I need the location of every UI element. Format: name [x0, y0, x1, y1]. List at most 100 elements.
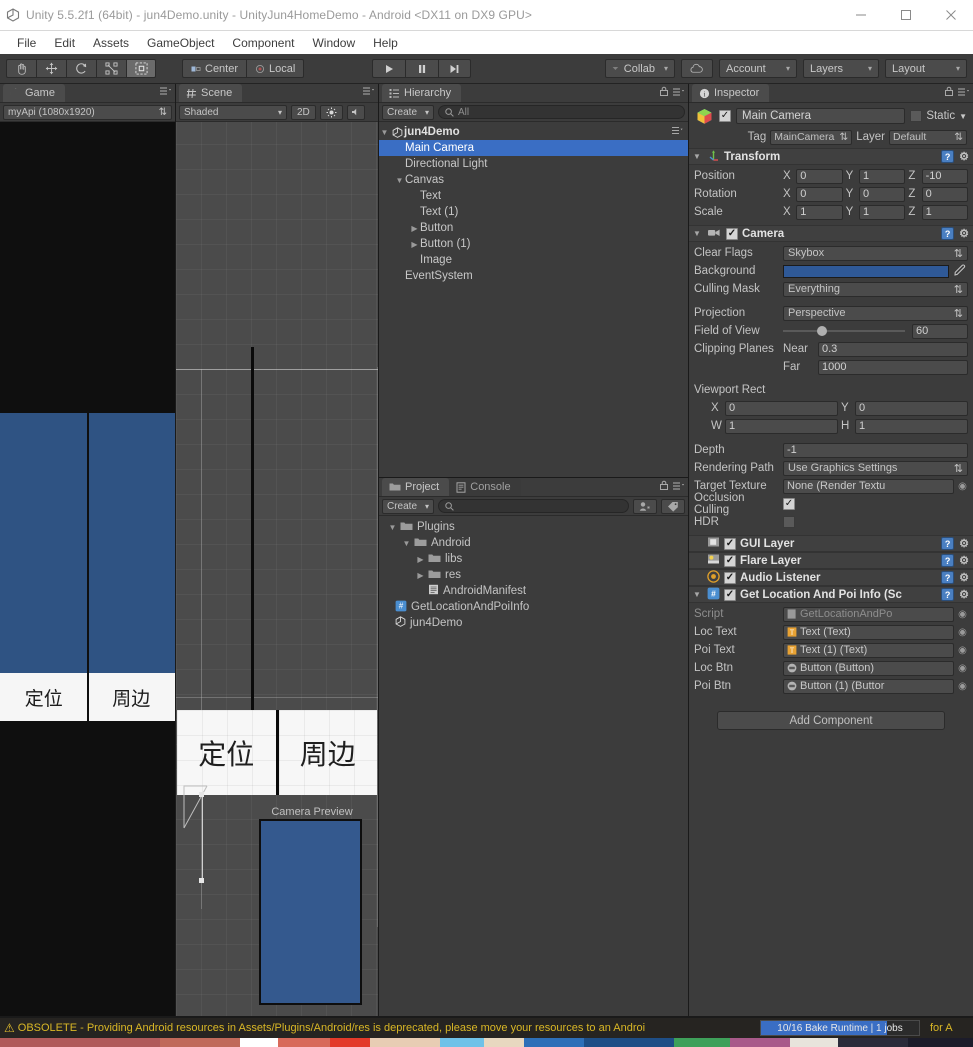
taskbar-item[interactable]	[0, 1038, 160, 1047]
step-button[interactable]	[437, 59, 471, 78]
taskbar-item[interactable]	[440, 1038, 484, 1047]
projection-dropdown[interactable]: Perspective ⇅	[783, 305, 968, 321]
taskbar-item[interactable]	[330, 1038, 370, 1047]
game-button-loc[interactable]: 定位	[0, 673, 88, 721]
rotation-z-input[interactable]: 0	[921, 186, 969, 202]
hierarchy-item-jun4demo[interactable]: ▼ jun4Demo	[379, 124, 688, 140]
poi-text-field[interactable]: T Text (1) (Text)	[783, 642, 954, 658]
scene-shading-dropdown[interactable]: Shaded ▾	[179, 104, 287, 120]
occlusion-culling-checkbox[interactable]: ✓	[783, 498, 795, 510]
help-icon[interactable]: ?	[941, 227, 955, 240]
fov-slider[interactable]	[783, 326, 905, 336]
viewport-h-input[interactable]: 1	[855, 418, 968, 434]
gear-icon[interactable]: ⚙	[959, 150, 969, 163]
chevron-down-icon[interactable]: ▼	[387, 523, 398, 532]
component-header-gui-layer[interactable]: ✓ GUI Layer ? ⚙	[689, 535, 973, 552]
object-picker-icon[interactable]: ◉	[957, 627, 968, 638]
tag-dropdown[interactable]: MainCamera ⇅	[770, 129, 853, 145]
scene-handle-dot-bottom[interactable]	[199, 878, 204, 883]
hierarchy-scene-menu-icon[interactable]	[671, 126, 688, 138]
project-tab-controls[interactable]	[659, 480, 685, 491]
game-view[interactable]: 定位 周边	[0, 122, 175, 1016]
scene-button-poi[interactable]: 周边	[275, 710, 377, 795]
menu-file[interactable]: File	[8, 34, 45, 52]
position-y-input[interactable]: 1	[858, 168, 906, 184]
component-header-camera[interactable]: ▼ ✓ Camera ? ⚙	[689, 225, 973, 242]
taskbar-item[interactable]	[584, 1038, 674, 1047]
account-button[interactable]: Account ▾	[718, 59, 797, 78]
project-item-androidmanifest[interactable]: AndroidManifest	[379, 583, 688, 599]
component-header-audio-listener[interactable]: ✓ Audio Listener ? ⚙	[689, 569, 973, 586]
project-item-res[interactable]: ▶ res	[379, 567, 688, 583]
static-toggle-group[interactable]: ✓ Static ▼	[910, 110, 967, 122]
object-picker-icon[interactable]: ◉	[957, 645, 968, 656]
menu-component[interactable]: Component	[223, 34, 303, 52]
menu-window[interactable]: Window	[303, 34, 364, 52]
chevron-right-icon[interactable]: ▶	[409, 224, 420, 233]
scale-tool-button[interactable]	[96, 59, 126, 78]
pause-button[interactable]	[404, 59, 438, 78]
far-input[interactable]: 1000	[818, 359, 968, 375]
component-header-buttons[interactable]: ? ⚙	[941, 537, 969, 550]
depth-input[interactable]: -1	[783, 442, 968, 458]
close-button[interactable]	[928, 0, 973, 31]
layer-dropdown[interactable]: Default ⇅	[889, 129, 967, 145]
menu-help[interactable]: Help	[364, 34, 407, 52]
position-x-input[interactable]: 0	[796, 168, 843, 184]
eyedropper-icon[interactable]	[952, 264, 968, 279]
component-header-flare-layer[interactable]: ✓ Flare Layer ? ⚙	[689, 552, 973, 569]
maximize-button[interactable]	[883, 0, 928, 31]
component-header-buttons[interactable]: ? ⚙	[941, 588, 969, 601]
static-checkbox[interactable]: ✓	[910, 110, 923, 122]
tab-console[interactable]: Console	[449, 478, 521, 496]
gameobject-name-input[interactable]: Main Camera	[736, 108, 906, 124]
scene-audio-toggle[interactable]	[346, 104, 365, 120]
chevron-down-icon[interactable]: ▼	[394, 176, 405, 185]
project-filter-type-button[interactable]	[633, 498, 657, 514]
taskbar-item[interactable]	[674, 1038, 730, 1047]
hierarchy-item-canvas[interactable]: ▼ Canvas	[379, 172, 688, 188]
fov-input[interactable]: 60	[912, 323, 968, 339]
chevron-down-icon[interactable]: ▼	[693, 229, 703, 238]
target-texture-field[interactable]: None (Render Textu	[783, 478, 954, 494]
game-button-poi[interactable]: 周边	[87, 673, 175, 721]
rotation-y-input[interactable]: 0	[858, 186, 906, 202]
tab-project[interactable]: Project	[382, 478, 450, 496]
viewport-w-input[interactable]: 1	[725, 418, 838, 434]
audio-listener-enabled-checkbox[interactable]: ✓	[724, 571, 736, 584]
layers-button[interactable]: Layers ▾	[802, 59, 879, 78]
clear-flags-dropdown[interactable]: Skybox ⇅	[783, 245, 968, 261]
hierarchy-tab-controls[interactable]	[659, 86, 685, 97]
scene-2d-toggle[interactable]: 2D	[291, 104, 316, 120]
minimize-button[interactable]	[838, 0, 883, 31]
rotation-x-input[interactable]: 0	[796, 186, 843, 202]
tab-hierarchy[interactable]: Hierarchy	[382, 84, 462, 102]
chevron-down-icon[interactable]: ▼	[379, 128, 390, 137]
pivot-center-button[interactable]: Center	[182, 59, 247, 78]
viewport-x-input[interactable]: 0	[725, 400, 838, 416]
gear-icon[interactable]: ⚙	[959, 554, 969, 567]
hierarchy-item-eventsystem[interactable]: EventSystem	[379, 268, 688, 284]
chevron-down-icon[interactable]: ▼	[959, 112, 967, 121]
tab-inspector[interactable]: i Inspector	[692, 84, 770, 102]
component-header-buttons[interactable]: ? ⚙	[941, 571, 969, 584]
culling-mask-dropdown[interactable]: Everything ⇅	[783, 281, 968, 297]
project-item-getlocationandpoiinfo[interactable]: # GetLocationAndPoiInfo	[379, 599, 688, 615]
taskbar-item[interactable]	[524, 1038, 584, 1047]
near-input[interactable]: 0.3	[818, 341, 968, 357]
hierarchy-search-input[interactable]: All	[438, 105, 685, 119]
menu-edit[interactable]: Edit	[45, 34, 84, 52]
taskbar-item[interactable]	[484, 1038, 524, 1047]
object-picker-icon[interactable]: ◉	[957, 663, 968, 674]
component-header-transform[interactable]: ▼ Transform ? ⚙	[689, 148, 973, 165]
hand-tool-button[interactable]	[6, 59, 36, 78]
fov-slider-knob[interactable]	[817, 326, 828, 336]
taskbar-item[interactable]	[790, 1038, 838, 1047]
taskbar-item[interactable]	[730, 1038, 790, 1047]
scene-handle-line[interactable]	[202, 795, 203, 881]
hierarchy-item-main-camera[interactable]: Main Camera	[379, 140, 688, 156]
hdr-checkbox[interactable]: ✓	[783, 516, 795, 528]
component-header-script[interactable]: ▼ # ✓ Get Location And Poi Info (Sc ? ⚙	[689, 586, 973, 603]
project-create-button[interactable]: Create ▾	[382, 498, 434, 514]
viewport-y-input[interactable]: 0	[855, 400, 968, 416]
